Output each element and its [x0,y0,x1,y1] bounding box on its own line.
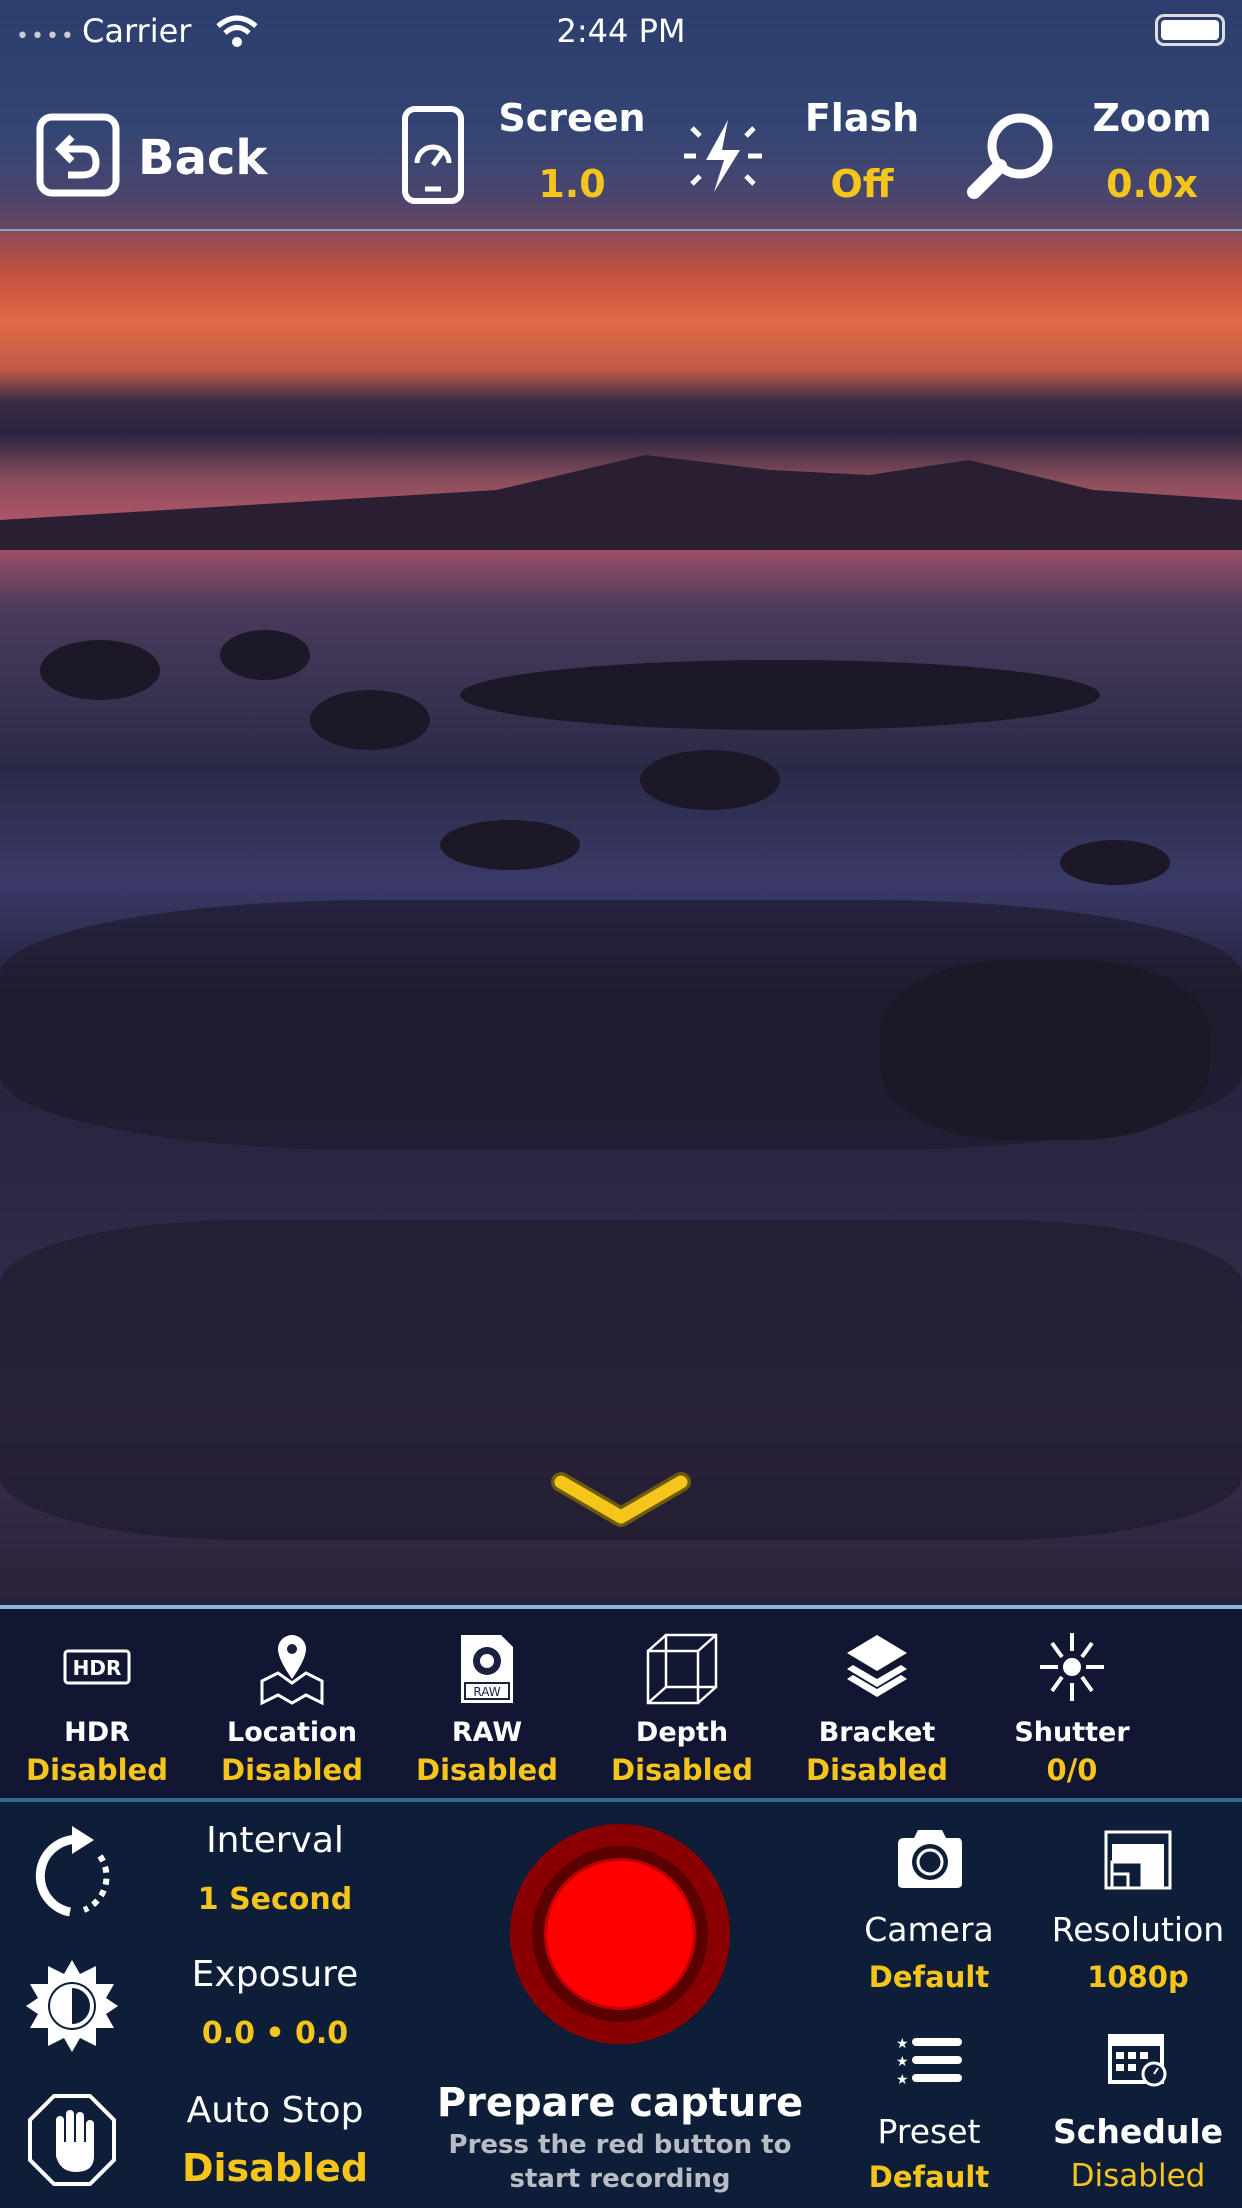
zoom-value[interactable]: 0.0x [1106,162,1198,206]
auto-stop-label: Auto Stop [186,2090,364,2131]
clock: 2:44 PM [556,12,686,50]
rock [880,960,1210,1140]
feature-label: Bracket [818,1717,936,1748]
feature-shutter[interactable]: Shutter 0/0 [977,1609,1167,1799]
back-label[interactable]: Back [138,130,267,186]
camera-value[interactable]: Default [869,1960,989,1994]
feature-label: Location [227,1717,357,1748]
rock [460,660,1100,730]
feature-partial[interactable]: F [1172,1609,1242,1799]
preset-label: Preset [877,2112,981,2151]
feature-label: Depth [635,1717,729,1748]
screen-label: Screen [498,96,646,140]
svg-text:HDR: HDR [73,1656,122,1680]
cube-icon [644,1631,720,1711]
back-arrow-icon [36,113,120,197]
top-bar: •••• Carrier 2:44 PM Back Screen 1.0 Fla… [0,0,1242,231]
feature-strip[interactable]: HDR HDR Disabled Location Disabled RAW R… [0,1605,1242,1802]
preset-value[interactable]: Default [869,2160,989,2194]
feature-label: RAW [451,1717,523,1748]
svg-text:★: ★ [896,2054,909,2070]
feature-location[interactable]: Location Disabled [197,1609,387,1799]
feature-label: Shutter [1014,1717,1130,1748]
signal-icon: •••• [16,24,76,49]
feature-label: HDR [64,1717,130,1748]
rock [310,690,430,750]
camera-preview[interactable] [0,0,1242,1605]
resolution-icon[interactable] [1104,1830,1172,1894]
feature-value: Disabled [221,1753,363,1787]
camera-icon[interactable] [896,1826,964,1894]
feature-value: Disabled [806,1753,948,1787]
interval-value[interactable]: 1 Second [198,1882,353,1917]
svg-text:★: ★ [896,2036,909,2052]
screen-value[interactable]: 1.0 [538,162,605,206]
carrier-label: Carrier [82,12,192,50]
raw-file-icon: RAW [457,1631,517,1711]
battery-icon [1155,14,1225,46]
record-button[interactable] [510,1824,730,2044]
resolution-value[interactable]: 1080p [1087,1960,1188,1994]
rock [640,750,780,810]
rock [40,640,160,700]
shutter-burst-icon [1036,1631,1108,1707]
rock [440,820,580,870]
wifi-icon [214,14,260,52]
schedule-label: Schedule [1052,2112,1224,2151]
feature-depth[interactable]: Depth Disabled [587,1609,777,1799]
feature-value: Disabled [611,1753,753,1787]
feature-value: 0/0 [1046,1753,1098,1787]
back-button[interactable] [36,113,120,201]
exposure-value[interactable]: 0.0 • 0.0 [202,2016,348,2051]
svg-text:★: ★ [896,2072,909,2084]
exposure-label: Exposure [191,1954,359,1995]
location-map-icon [256,1631,328,1711]
camera-label: Camera [864,1910,994,1949]
resolution-label: Resolution [1051,1910,1225,1949]
rock [1060,840,1170,885]
flash-label: Flash [804,96,920,140]
hdr-icon: HDR [61,1631,133,1707]
svg-text:RAW: RAW [473,1685,500,1699]
feature-bracket[interactable]: Bracket Disabled [782,1609,972,1799]
control-panel: Interval 1 Second Exposure 0.0 • 0.0 Aut… [0,1802,1242,2208]
partial-icon [1237,1631,1242,1707]
auto-stop-hand-icon[interactable] [26,2092,118,2192]
screen-brightness-icon[interactable] [395,105,471,209]
feature-value: Disabled [26,1753,168,1787]
flash-icon[interactable] [676,112,768,204]
feature-raw[interactable]: RAW RAW Disabled [392,1609,582,1799]
exposure-icon[interactable] [24,1958,120,2058]
interval-label: Interval [206,1820,344,1861]
preset-list-icon[interactable]: ★ ★ ★ [896,2034,964,2088]
schedule-calendar-icon[interactable] [1106,2028,1170,2092]
flash-value[interactable]: Off [830,162,893,206]
zoom-magnifier-icon[interactable] [962,108,1058,208]
expand-chevron-icon[interactable] [551,1472,691,1536]
capture-hint: start recording [509,2164,731,2194]
zoom-label: Zoom [1092,96,1212,140]
feature-value: Disabled [416,1753,558,1787]
feature-hdr[interactable]: HDR HDR Disabled [2,1609,192,1799]
capture-title: Prepare capture [436,2080,804,2126]
interval-icon[interactable] [24,1824,120,1928]
capture-hint: Press the red button to [448,2130,792,2160]
rock [220,630,310,680]
mountain-silhouette [0,455,1242,550]
schedule-value[interactable]: Disabled [1071,2158,1206,2194]
auto-stop-value[interactable]: Disabled [182,2146,368,2190]
layers-icon [841,1631,913,1707]
